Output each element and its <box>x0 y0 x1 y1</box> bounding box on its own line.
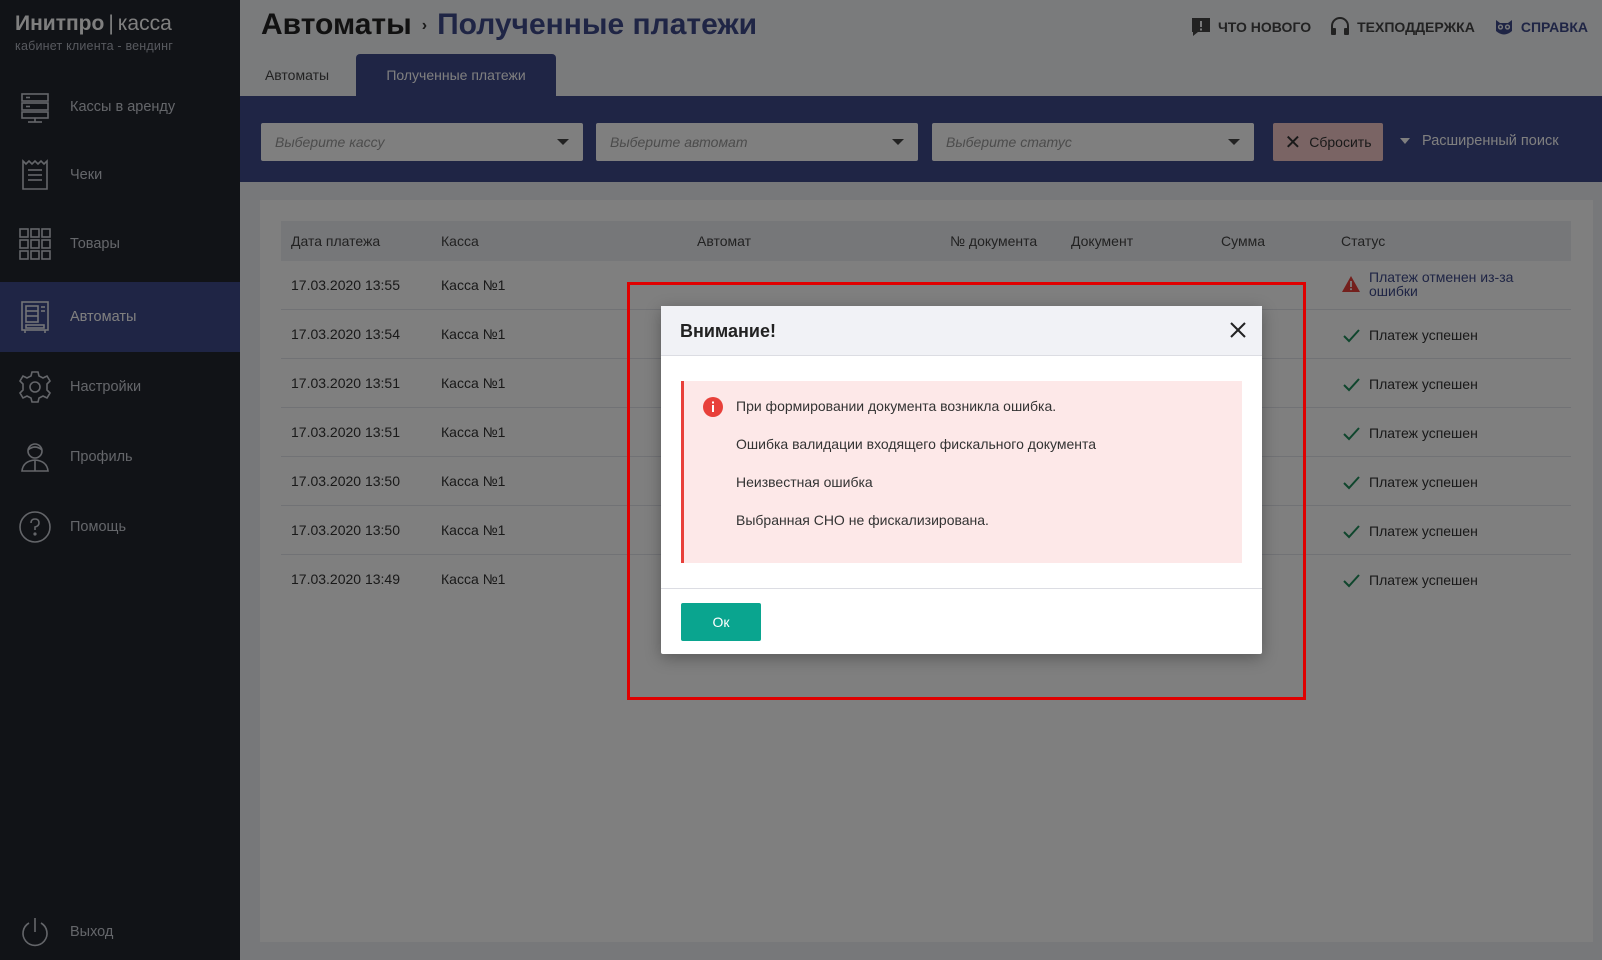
dialog-divider <box>661 588 1262 589</box>
close-icon[interactable] <box>1226 318 1250 342</box>
error-info-icon <box>703 397 723 417</box>
alert-message: При формировании документа возникла ошиб… <box>736 398 1057 414</box>
alert-message: Выбранная СНО не фискализирована. <box>736 512 989 528</box>
ok-button[interactable]: Ок <box>681 603 761 641</box>
dialog-title: Внимание! <box>680 321 776 341</box>
dialog-header: Внимание! <box>661 306 1262 356</box>
error-alert: При формировании документа возникла ошиб… <box>681 381 1242 563</box>
alert-message: Неизвестная ошибка <box>736 474 873 490</box>
alert-message: Ошибка валидации входящего фискального д… <box>736 436 1097 452</box>
alert-dialog: Внимание! При формировании документа воз… <box>661 306 1262 654</box>
